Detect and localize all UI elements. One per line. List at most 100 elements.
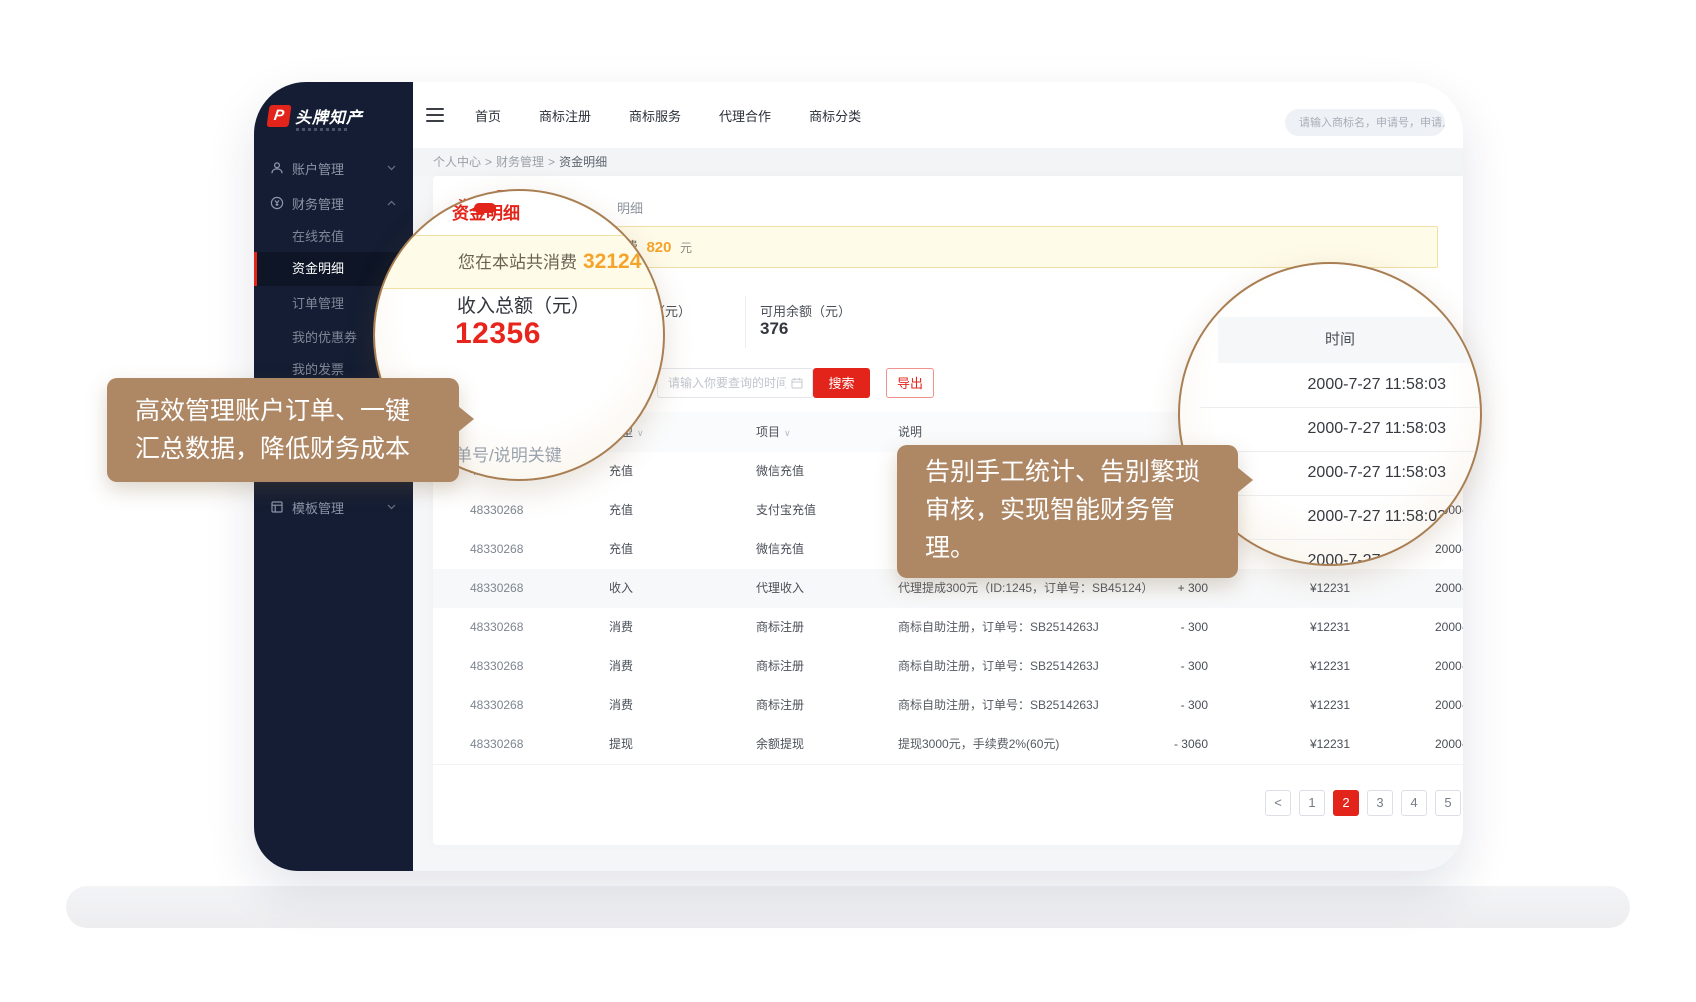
cell-type: 充值 (609, 491, 633, 530)
callout-right-line1: 告别手工统计、告别繁琐 (897, 453, 1238, 491)
callout-left-line2: 汇总数据，降低财务成本 (107, 430, 459, 468)
cell-desc: 商标自助注册，订单号：SB2514263J (898, 686, 1099, 725)
sidebar-item-label: 我的发票 (292, 362, 344, 377)
finance-icon (270, 196, 284, 210)
calendar-icon[interactable] (791, 377, 803, 389)
cell-project: 支付宝充值 (756, 491, 816, 530)
magnified-time-row: 2000-7-27 11:58:03 (1200, 363, 1482, 408)
chevron-down-icon (387, 504, 396, 510)
cell-time: 2000-7-27 11:58:03 (1435, 608, 1463, 647)
cell-order-no: 48330268 (470, 647, 523, 686)
sidebar-item-label: 我的优惠券 (292, 330, 357, 345)
available-balance-value: 376 (760, 319, 788, 339)
cell-type: 收入 (609, 569, 633, 608)
cell-desc: 商标自助注册，订单号：SB2514263J (898, 608, 1099, 647)
nav-item-tm-register[interactable]: 商标注册 (539, 106, 591, 125)
cell-project: 代理收入 (756, 569, 804, 608)
marketing-canvas: P 头牌知产 账户管理 财务管理 (0, 0, 1696, 1002)
search-button[interactable]: 搜索 (813, 368, 870, 398)
sort-caret-icon: ∨ (637, 428, 644, 438)
table-row[interactable]: 48330268 消费 商标注册 商标自助注册，订单号：SB2514263J -… (433, 647, 1463, 687)
magnified-time-row: 2000-7-27 11:58:03 (1200, 407, 1482, 452)
trademark-search-input[interactable] (1285, 109, 1445, 136)
magnified-time-row: 2000-7-27 11:58:03 (1200, 495, 1482, 540)
cell-project: 微信充值 (756, 452, 804, 491)
available-balance-label: 可用余额（元） (760, 301, 851, 320)
breadcrumb-item[interactable]: 财务管理 (496, 155, 544, 169)
cell-time: 2000-7-27 11:58:03 (1435, 647, 1463, 686)
cell-desc: 提现3000元，手续费2%(60元) (898, 725, 1059, 764)
pagination-prev-button[interactable]: < (1265, 790, 1291, 816)
sidebar-item-templates[interactable]: 模板管理 (254, 489, 413, 525)
pagination-page-3[interactable]: 3 (1367, 790, 1393, 816)
cell-order-no: 48330268 (470, 569, 523, 608)
cell-type: 充值 (609, 530, 633, 569)
callout-right: 告别手工统计、告别繁琐 审核，实现智能财务管 理。 (897, 445, 1238, 578)
chevron-up-icon (387, 200, 396, 206)
laptop-base (66, 886, 1630, 928)
magnified-banner-text: 您在本站共消费 (458, 253, 577, 272)
sidebar-item-account[interactable]: 账户管理 (254, 150, 413, 186)
breadcrumb: 个人中心>财务管理>资金明细 (413, 148, 1463, 176)
sidebar-item-label: 资金明细 (292, 261, 344, 276)
chevron-down-icon (387, 165, 396, 171)
cell-project: 余额提现 (756, 725, 804, 764)
column-header-project[interactable]: 项目∨ (756, 412, 791, 453)
table-row[interactable]: 48330268 提现 余额提现 提现3000元，手续费2%(60元) - 30… (433, 725, 1463, 765)
nav-item-tm-classes[interactable]: 商标分类 (809, 106, 861, 125)
sidebar-item-label: 在线充值 (292, 229, 344, 244)
cell-balance: ¥12231 (1310, 725, 1350, 764)
sidebar-item-finance[interactable]: 财务管理 (254, 185, 413, 221)
cell-balance: ¥12231 (1310, 686, 1350, 725)
cell-order-no: 48330268 (470, 608, 523, 647)
magnified-income-label: 收入总额（元） (457, 291, 590, 318)
export-button[interactable]: 导出 (886, 368, 934, 398)
magnified-time-column-header: 时间 (1218, 317, 1482, 363)
banner-unit: 元 (680, 241, 692, 255)
pagination-page-2-active[interactable]: 2 (1333, 790, 1359, 816)
cell-type: 提现 (609, 725, 633, 764)
cell-amount: - 300 (1181, 647, 1208, 686)
top-navbar: 首页 商标注册 商标服务 代理合作 商标分类 (413, 82, 1463, 149)
cell-type: 消费 (609, 608, 633, 647)
cell-balance: ¥12231 (1310, 569, 1350, 608)
nav-item-agency[interactable]: 代理合作 (719, 106, 771, 125)
breadcrumb-current: 资金明细 (559, 155, 607, 169)
top-nav-links: 首页 商标注册 商标服务 代理合作 商标分类 (475, 82, 861, 148)
cell-time: 2000-7-27 11:58:03 (1435, 725, 1463, 764)
cell-project: 商标注册 (756, 686, 804, 725)
table-row[interactable]: 48330268 消费 商标注册 商标自助注册，订单号：SB2514263J -… (433, 608, 1463, 648)
breadcrumb-item[interactable]: 个人中心 (433, 155, 481, 169)
magnified-tab-badge (474, 203, 496, 213)
nav-item-tm-services[interactable]: 商标服务 (629, 106, 681, 125)
sidebar-item-label: 订单管理 (292, 296, 344, 311)
cell-balance: ¥12231 (1310, 608, 1350, 647)
pagination-page-1[interactable]: 1 (1299, 790, 1325, 816)
cell-desc: 商标自助注册，订单号：SB2514263J (898, 647, 1099, 686)
sort-caret-icon: ∨ (784, 428, 791, 438)
cell-amount: - 3060 (1174, 725, 1208, 764)
cell-project: 微信充值 (756, 530, 804, 569)
callout-right-line2: 审核，实现智能财务管 (897, 491, 1238, 529)
callout-left: 高效管理账户订单、一键 汇总数据，降低财务成本 (107, 378, 459, 482)
cell-type: 消费 (609, 647, 633, 686)
table-row[interactable]: 48330268 消费 商标注册 商标自助注册，订单号：SB2514263J -… (433, 686, 1463, 726)
brand-tagline (296, 128, 350, 131)
hamburger-menu-icon[interactable] (426, 108, 444, 122)
pagination-page-4[interactable]: 4 (1401, 790, 1427, 816)
sidebar-item-label: 账户管理 (292, 159, 344, 178)
callout-arrow-right-icon (458, 406, 474, 432)
template-icon (270, 500, 284, 514)
brand-logo-text: 头牌知产 (295, 104, 363, 128)
nav-item-home[interactable]: 首页 (475, 106, 501, 125)
magnified-banner-amount: 32124 (583, 250, 641, 273)
cell-project: 商标注册 (756, 647, 804, 686)
cell-time: 2000-7-27 11:58:03 (1435, 686, 1463, 725)
tab-secondary-fragment[interactable]: 明细 (617, 198, 643, 217)
callout-right-line3: 理。 (897, 529, 1238, 567)
time-filter-input[interactable] (657, 368, 813, 398)
cell-order-no: 48330268 (470, 725, 523, 764)
pagination: < 1 2 3 4 5 (1265, 790, 1461, 816)
pagination-page-5[interactable]: 5 (1435, 790, 1461, 816)
cell-order-no: 48330268 (470, 686, 523, 725)
